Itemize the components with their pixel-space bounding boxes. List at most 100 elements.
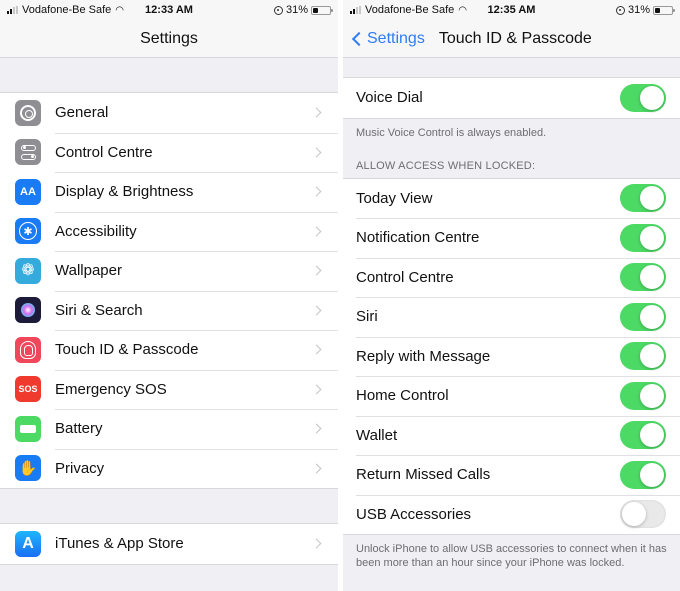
fingerprint-icon xyxy=(15,336,41,363)
settings-item-itunes-app-store[interactable]: A iTunes & App Store xyxy=(0,524,338,564)
settings-item-siri-search[interactable]: Siri & Search xyxy=(0,290,338,330)
orientation-lock-icon xyxy=(273,5,283,15)
chevron-right-icon xyxy=(311,463,322,474)
app-store-icon: A xyxy=(15,530,41,557)
nav-bar: Settings xyxy=(0,20,338,58)
chevron-left-icon xyxy=(351,31,367,46)
back-label: Settings xyxy=(367,29,425,47)
row-label: Return Missed Calls xyxy=(356,466,491,484)
row-label: Wallet xyxy=(356,426,398,444)
reply-with-message-toggle[interactable] xyxy=(620,342,666,371)
wallpaper-icon: ❁ xyxy=(15,257,41,284)
locked-access-group: Today View Notification Centre Control Cen… xyxy=(343,177,680,535)
control-centre-icon xyxy=(15,139,41,166)
battery-percent: 31% xyxy=(627,4,650,16)
sos-icon: SOS xyxy=(15,376,41,403)
control-centre-toggle[interactable] xyxy=(620,263,666,292)
locked-access-row-usb-accessories: USB Accessories xyxy=(343,494,680,534)
settings-screen: Vodafone-Be Safe ◠ 12:33 AM 31% Settings… xyxy=(0,0,338,591)
battery-icon xyxy=(15,415,41,442)
settings-item-emergency-sos[interactable]: SOS Emergency SOS xyxy=(0,369,338,409)
settings-item-privacy[interactable]: ✋ Privacy xyxy=(0,448,338,488)
chevron-right-icon xyxy=(311,107,322,118)
carrier-name: Vodafone-Be Safe xyxy=(22,4,112,16)
locked-access-row-control-centre: Control Centre xyxy=(343,257,680,297)
locked-access-row-home-control: Home Control xyxy=(343,376,680,416)
row-label: Privacy xyxy=(55,459,105,477)
page-title: Touch ID & Passcode xyxy=(438,29,592,47)
row-label: Siri xyxy=(356,308,378,326)
locked-access-row-siri: Siri xyxy=(343,297,680,337)
settings-item-battery[interactable]: Battery xyxy=(0,409,338,449)
settings-item-accessibility[interactable]: ✱ Accessibility xyxy=(0,211,338,251)
chevron-right-icon xyxy=(311,423,322,434)
row-label: USB Accessories xyxy=(356,505,472,523)
settings-item-control-centre[interactable]: Control Centre xyxy=(0,132,338,172)
page-title: Settings xyxy=(140,29,198,47)
chevron-right-icon xyxy=(311,538,322,549)
signal-icon xyxy=(350,6,361,14)
row-label: Display & Brightness xyxy=(55,183,194,201)
row-label: Touch ID & Passcode xyxy=(55,341,199,359)
locked-access-row-reply-with-message: Reply with Message xyxy=(343,336,680,376)
wifi-icon: ◠ xyxy=(458,4,468,16)
row-label: Siri & Search xyxy=(55,301,143,319)
carrier-name: Vodafone-Be Safe xyxy=(365,4,455,16)
chevron-right-icon xyxy=(311,265,322,276)
settings-item-touch-id-passcode[interactable]: Touch ID & Passcode xyxy=(0,330,338,370)
siri-icon xyxy=(15,297,41,324)
battery-percent: 31% xyxy=(285,4,308,16)
accessibility-icon: ✱ xyxy=(15,218,41,245)
settings-item-general[interactable]: General xyxy=(0,93,338,133)
return-missed-calls-toggle[interactable] xyxy=(620,460,666,489)
row-label: Voice Dial xyxy=(356,89,423,107)
locked-access-row-wallet: Wallet xyxy=(343,415,680,455)
status-bar: Vodafone-Be Safe ◠ 12:35 AM 31% xyxy=(343,0,680,20)
status-bar: Vodafone-Be Safe ◠ 12:33 AM 31% xyxy=(0,0,338,20)
today-view-toggle[interactable] xyxy=(620,184,666,213)
chevron-right-icon xyxy=(311,305,322,316)
notification-centre-toggle[interactable] xyxy=(620,223,666,252)
row-label: Notification Centre xyxy=(356,229,480,247)
row-label: Control Centre xyxy=(55,143,153,161)
wifi-icon: ◠ xyxy=(115,4,125,16)
row-label: Wallpaper xyxy=(55,262,122,280)
row-label: Emergency SOS xyxy=(55,380,167,398)
battery-icon xyxy=(653,5,675,15)
back-button[interactable]: Settings xyxy=(351,30,425,48)
touch-id-passcode-screen: Vodafone-Be Safe ◠ 12:35 AM 31% Settings… xyxy=(343,0,680,591)
settings-item-display-brightness[interactable]: AA Display & Brightness xyxy=(0,172,338,212)
usb-accessories-toggle[interactable] xyxy=(620,500,666,529)
home-control-toggle[interactable] xyxy=(620,381,666,410)
section-header: ALLOW ACCESS WHEN LOCKED: xyxy=(356,159,536,172)
row-label: General xyxy=(55,104,109,122)
hand-icon: ✋ xyxy=(15,455,41,482)
row-label: Reply with Message xyxy=(356,347,491,365)
settings-item-wallpaper[interactable]: ❁ Wallpaper xyxy=(0,251,338,291)
locked-access-row-notification-centre: Notification Centre xyxy=(343,218,680,258)
settings-group-main: General Control Centre AA Display & Brig… xyxy=(0,92,338,489)
wallet-toggle[interactable] xyxy=(620,421,666,450)
row-label: Home Control xyxy=(356,387,449,405)
siri-toggle[interactable] xyxy=(620,302,666,331)
settings-group-store: A iTunes & App Store xyxy=(0,523,338,565)
row-label: iTunes & App Store xyxy=(55,535,184,553)
row-label: Accessibility xyxy=(55,222,137,240)
chevron-right-icon xyxy=(311,226,322,237)
voice-dial-footnote: Music Voice Control is always enabled. xyxy=(356,126,547,139)
locked-access-row-return-missed-calls: Return Missed Calls xyxy=(343,455,680,495)
voice-dial-toggle[interactable] xyxy=(620,83,666,112)
locked-access-row-today-view: Today View xyxy=(343,178,680,218)
signal-icon xyxy=(7,6,18,14)
chevron-right-icon xyxy=(311,384,322,395)
chevron-right-icon xyxy=(311,186,322,197)
orientation-lock-icon xyxy=(615,5,625,15)
voice-dial-row: Voice Dial xyxy=(343,78,680,118)
gear-icon xyxy=(15,99,41,126)
usb-footnote: Unlock iPhone to allow USB accessories t… xyxy=(356,543,667,569)
battery-icon xyxy=(311,5,333,15)
row-label: Battery xyxy=(55,420,103,438)
nav-bar: Settings Touch ID & Passcode xyxy=(343,20,680,58)
voice-dial-group: Voice Dial xyxy=(343,77,680,119)
chevron-right-icon xyxy=(311,147,322,158)
